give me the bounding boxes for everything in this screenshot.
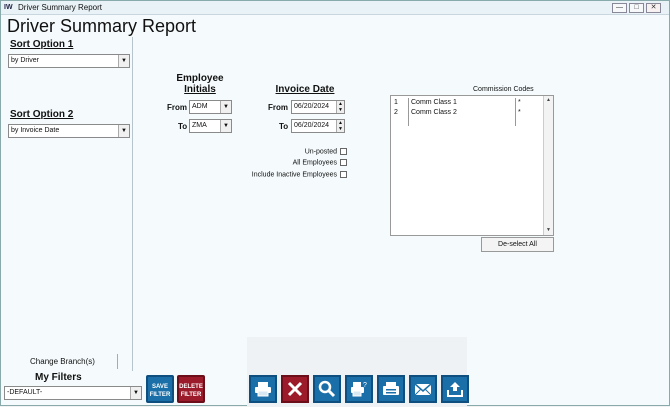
invoice-date-header: Invoice Date — [275, 84, 335, 95]
row-name: Comm Class 1 — [408, 98, 516, 108]
invoice-to-label: To — [279, 122, 289, 131]
printer-help-icon: ? — [351, 382, 367, 397]
printer-icon — [255, 382, 271, 397]
row-empty — [408, 118, 516, 126]
sort-option-1-select[interactable]: by Driver ▼ — [8, 54, 130, 68]
unposted-option: Un-posted — [241, 148, 347, 155]
unposted-checkbox[interactable] — [340, 148, 347, 155]
save-filter-line1: SAVE — [152, 384, 168, 390]
save-filter-button[interactable]: SAVE FILTER — [146, 375, 174, 403]
delete-filter-line2: FILTER — [180, 392, 202, 398]
chevron-down-icon[interactable]: ▼ — [118, 55, 129, 67]
invoice-to-date[interactable]: 06/20/2024 ▲ ▼ — [291, 119, 345, 133]
all-employees-option: All Employees — [241, 159, 347, 166]
list-item — [391, 118, 543, 126]
sort-option-1-value: by Driver — [11, 57, 40, 64]
close-button[interactable]: ✕ — [646, 3, 661, 13]
row-name: Comm Class 2 — [408, 108, 516, 118]
all-employees-label: All Employees — [292, 159, 337, 167]
scroll-down-icon[interactable]: ▼ — [544, 226, 553, 235]
email-button[interactable] — [409, 375, 437, 403]
invoice-from-label: From — [268, 103, 288, 112]
employee-from-value: ADM — [192, 103, 208, 110]
employee-header: Employee Initials — [169, 73, 231, 95]
chevron-down-icon[interactable]: ▼ — [118, 125, 129, 137]
upload-icon — [447, 382, 463, 397]
cancel-button[interactable] — [281, 375, 309, 403]
svg-text:?: ? — [363, 382, 367, 389]
employee-to-select[interactable]: ZMA ▼ — [189, 119, 232, 133]
row-flag: * — [518, 99, 521, 106]
my-filters-select[interactable]: -DEFAULT- ▼ — [4, 386, 142, 400]
include-inactive-option: Include Inactive Employees — [221, 171, 347, 178]
save-filter-line2: FILTER — [149, 392, 171, 398]
scroll-up-icon[interactable]: ▲ — [544, 96, 553, 105]
export-button[interactable] — [441, 375, 469, 403]
print-setup-button[interactable]: ? — [345, 375, 373, 403]
invoice-from-date[interactable]: 06/20/2024 ▲ ▼ — [291, 100, 345, 114]
title-bar: IW Driver Summary Report — □ ✕ — [1, 1, 669, 15]
app-logo-icon: IW — [4, 4, 13, 11]
invoice-to-value: 06/20/2024 — [294, 122, 330, 129]
window-title: Driver Summary Report — [18, 3, 103, 12]
print-button[interactable] — [249, 375, 277, 403]
commission-codes-list[interactable]: 1 Comm Class 1 * 2 Comm Class 2 * ▲ ▼ — [390, 95, 554, 236]
employee-to-value: ZMA — [192, 122, 207, 129]
list-item[interactable]: 2 Comm Class 2 * — [391, 108, 543, 118]
chevron-down-icon[interactable]: ▼ — [220, 101, 231, 113]
sort-option-2-select[interactable]: by Invoice Date ▼ — [8, 124, 130, 138]
row-flag: * — [518, 109, 521, 116]
date-spinner-icon[interactable]: ▲ ▼ — [336, 101, 344, 113]
chevron-down-icon[interactable]: ▼ — [130, 387, 141, 399]
row-number: 1 — [394, 99, 398, 106]
chevron-down-icon[interactable]: ▼ — [220, 120, 231, 132]
sort-option-1-label: Sort Option 1 — [10, 39, 74, 50]
change-branch-button[interactable]: Change Branch(s) — [8, 354, 118, 369]
include-inactive-checkbox[interactable] — [340, 171, 347, 178]
employee-from-label: From — [167, 103, 187, 112]
minimize-button[interactable]: — — [612, 3, 627, 13]
my-filters-label: My Filters — [35, 372, 82, 383]
all-employees-checkbox[interactable] — [340, 159, 347, 166]
delete-filter-button[interactable]: DELETE FILTER — [177, 375, 205, 403]
invoice-from-value: 06/20/2024 — [294, 103, 330, 110]
list-item[interactable]: 1 Comm Class 1 * — [391, 98, 543, 108]
close-icon — [287, 381, 303, 397]
row-number: 2 — [394, 109, 398, 116]
search-icon — [318, 380, 336, 398]
employee-from-select[interactable]: ADM ▼ — [189, 100, 232, 114]
date-spinner-icon[interactable]: ▲ ▼ — [336, 120, 344, 132]
fax-button[interactable] — [377, 375, 405, 403]
sort-option-2-label: Sort Option 2 — [10, 109, 74, 120]
employee-header-line1: Employee — [176, 73, 224, 84]
commission-codes-label: Commission Codes — [473, 86, 534, 93]
delete-filter-line1: DELETE — [179, 384, 203, 390]
my-filters-value: -DEFAULT- — [7, 389, 43, 396]
employee-header-line2: Initials — [184, 84, 216, 95]
fax-icon — [383, 382, 399, 395]
report-window: IW Driver Summary Report — □ ✕ Driver Su… — [0, 0, 670, 407]
sort-option-2-value: by Invoice Date — [11, 127, 60, 134]
employee-to-label: To — [178, 122, 188, 131]
include-inactive-label: Include Inactive Employees — [251, 171, 337, 179]
envelope-icon — [414, 383, 432, 396]
deselect-all-button[interactable]: De-select All — [481, 237, 554, 252]
preview-button[interactable] — [313, 375, 341, 403]
sort-options-panel: Sort Option 1 by Driver ▼ Sort Option 2 … — [3, 37, 133, 371]
commission-scrollbar[interactable]: ▲ ▼ — [543, 96, 553, 235]
maximize-button[interactable]: □ — [629, 3, 644, 13]
unposted-label: Un-posted — [304, 148, 337, 156]
page-title: Driver Summary Report — [7, 16, 197, 36]
